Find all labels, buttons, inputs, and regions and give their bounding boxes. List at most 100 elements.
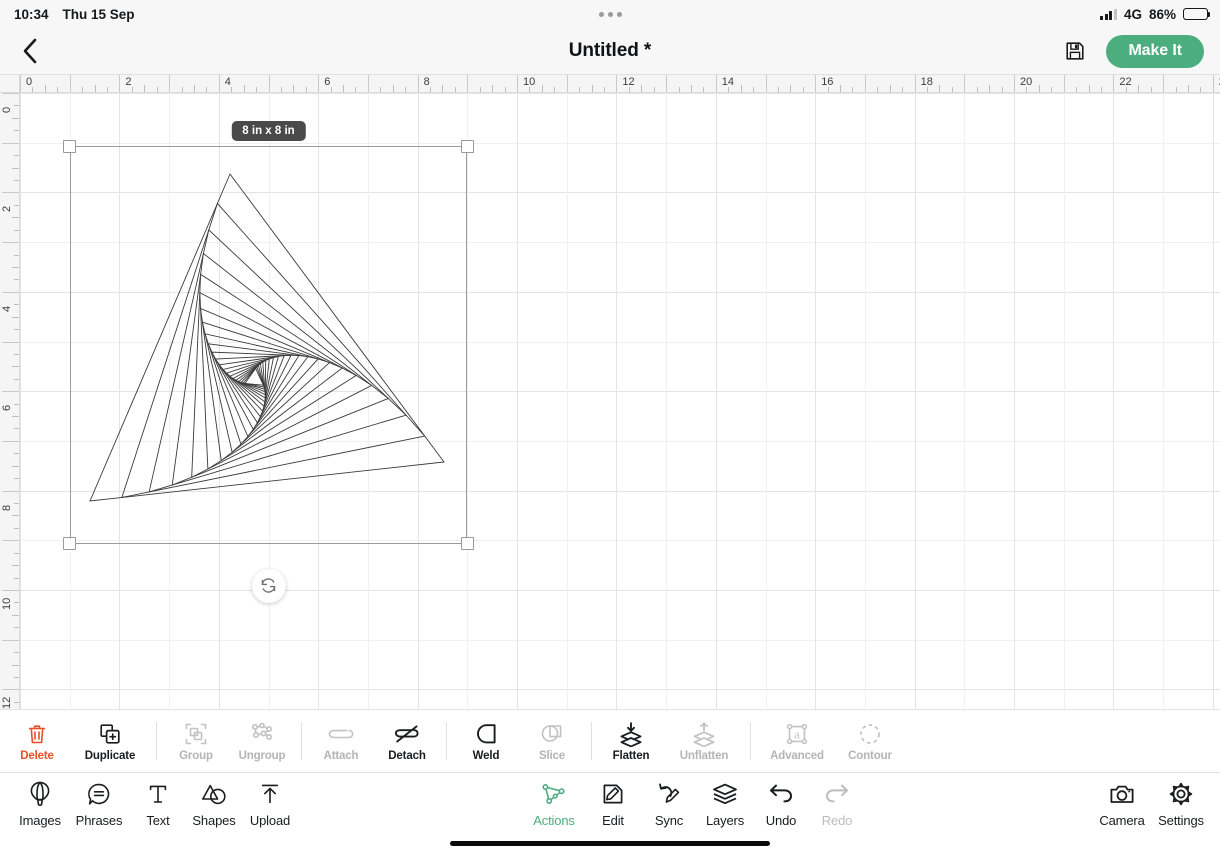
ruler-tick bbox=[14, 652, 19, 654]
ruler-tick bbox=[169, 75, 171, 92]
ruler-tick bbox=[666, 75, 668, 92]
action-label: Unflatten bbox=[679, 750, 729, 762]
ruler-tick bbox=[1175, 87, 1177, 92]
rotate-handle-button[interactable] bbox=[251, 568, 286, 603]
ruler-label: 2 bbox=[1, 206, 13, 213]
action-label: Weld bbox=[472, 750, 500, 762]
grid-line-vertical bbox=[616, 93, 618, 709]
action-label: Detach bbox=[388, 750, 426, 762]
nav-undo-button[interactable]: Undo bbox=[753, 779, 809, 828]
ungroup-icon bbox=[250, 720, 274, 747]
nav-camera-button[interactable]: Camera bbox=[1094, 779, 1150, 828]
nav-text-button[interactable]: Text bbox=[130, 779, 186, 828]
action-weld-button[interactable]: Weld bbox=[458, 720, 514, 762]
ruler-tick bbox=[14, 279, 19, 281]
ruler-tick bbox=[14, 403, 19, 405]
nav-label: Shapes bbox=[192, 813, 236, 828]
ruler-tick bbox=[193, 85, 195, 92]
ruler-tick bbox=[20, 75, 21, 92]
action-duplicate-button[interactable]: Duplicate bbox=[75, 720, 145, 762]
nav-layers-button[interactable]: Layers bbox=[697, 779, 753, 828]
ruler-label: 6 bbox=[1, 405, 13, 412]
ruler-tick bbox=[579, 87, 581, 92]
ruler-tick bbox=[703, 87, 705, 92]
ruler-tick bbox=[12, 316, 19, 318]
ruler-tick bbox=[641, 85, 643, 92]
nav-phrases-button[interactable]: Phrases bbox=[68, 779, 130, 828]
action-flatten-button[interactable]: Flatten bbox=[603, 720, 659, 762]
ruler-tick bbox=[131, 87, 133, 92]
group-icon bbox=[184, 720, 208, 747]
horizontal-ruler[interactable]: 024681012141618202224 bbox=[20, 75, 1220, 93]
ruler-tick bbox=[454, 87, 456, 92]
ruler-label: 0 bbox=[26, 76, 33, 88]
selection-bounding-box[interactable] bbox=[69, 146, 468, 544]
ruler-tick bbox=[405, 87, 407, 92]
nav-upload-button[interactable]: Upload bbox=[242, 779, 298, 828]
nav-label: Layers bbox=[705, 813, 745, 828]
make-it-button[interactable]: Make It bbox=[1106, 34, 1204, 68]
ruler-tick bbox=[989, 85, 991, 92]
ruler-tick bbox=[144, 85, 146, 92]
ruler-tick bbox=[1200, 87, 1202, 92]
redo-arrow-icon bbox=[824, 779, 850, 809]
ruler-tick bbox=[280, 87, 282, 92]
nav-shapes-button[interactable]: Shapes bbox=[186, 779, 242, 828]
cricut-design-space-app: 10:34 Thu 15 Sep 4G 86% Untitled * Make … bbox=[0, 0, 1220, 853]
ruler-tick bbox=[14, 353, 19, 355]
slice-icon bbox=[540, 720, 564, 747]
nav-edit-button[interactable]: Edit bbox=[585, 779, 641, 828]
ruler-tick bbox=[728, 87, 730, 92]
grid-line-vertical bbox=[715, 93, 717, 709]
hot-air-balloon-icon bbox=[28, 779, 52, 809]
ruler-tick bbox=[12, 664, 19, 666]
ruler-tick bbox=[1051, 87, 1053, 92]
save-button[interactable] bbox=[1060, 36, 1090, 66]
ruler-tick bbox=[14, 577, 19, 579]
ruler-tick bbox=[914, 75, 916, 92]
ruler-tick bbox=[964, 75, 966, 92]
ruler-tick bbox=[12, 266, 19, 268]
shapes-icon bbox=[201, 779, 227, 809]
nav-label: Actions bbox=[533, 813, 575, 828]
grid-line-vertical bbox=[1113, 93, 1115, 709]
ruler-tick bbox=[1187, 85, 1189, 92]
nav-images-button[interactable]: Images bbox=[12, 779, 68, 828]
nav-label: Upload bbox=[249, 813, 291, 828]
grid-line-vertical bbox=[666, 93, 668, 709]
ruler-tick bbox=[12, 167, 19, 169]
ruler-tick bbox=[554, 87, 556, 92]
resize-handle-top-left[interactable] bbox=[63, 139, 77, 153]
ruler-tick bbox=[14, 428, 19, 430]
nav-label: Phrases bbox=[75, 813, 123, 828]
ruler-tick bbox=[156, 87, 158, 92]
home-indicator bbox=[450, 841, 770, 846]
ruler-tick bbox=[902, 87, 904, 92]
resize-handle-top-right[interactable] bbox=[460, 139, 474, 153]
ruler-label: 4 bbox=[224, 76, 231, 88]
ruler-tick bbox=[106, 87, 108, 92]
nav-label: Settings bbox=[1158, 813, 1204, 828]
ruler-tick bbox=[864, 75, 866, 92]
ruler-tick bbox=[1038, 85, 1040, 92]
vertical-ruler[interactable]: 0 2 4 6 8 10 12 bbox=[0, 93, 20, 709]
design-canvas[interactable]: 8 in x 8 in bbox=[20, 93, 1220, 709]
nav-settings-button[interactable]: Settings bbox=[1150, 779, 1212, 828]
action-detach-button[interactable]: Detach bbox=[379, 720, 435, 762]
ruler-tick bbox=[14, 701, 19, 703]
ruler-tick bbox=[753, 87, 755, 92]
ruler-tick bbox=[14, 378, 19, 380]
ruler-tick bbox=[293, 85, 295, 92]
resize-handle-bottom-left[interactable] bbox=[63, 537, 77, 551]
nav-sync-button[interactable]: Sync bbox=[641, 779, 697, 828]
resize-handle-bottom-right[interactable] bbox=[460, 537, 474, 551]
ruler-tick bbox=[14, 602, 19, 604]
nav-actions-button[interactable]: Actions bbox=[523, 779, 585, 828]
action-delete-button[interactable]: Delete bbox=[9, 720, 65, 762]
toolbar-divider bbox=[750, 722, 751, 760]
ruler-tick bbox=[256, 87, 258, 92]
ruler-tick bbox=[976, 87, 978, 92]
ruler-tick bbox=[330, 87, 332, 92]
multitask-dots-icon[interactable] bbox=[598, 11, 622, 17]
ruler-tick bbox=[14, 105, 19, 107]
